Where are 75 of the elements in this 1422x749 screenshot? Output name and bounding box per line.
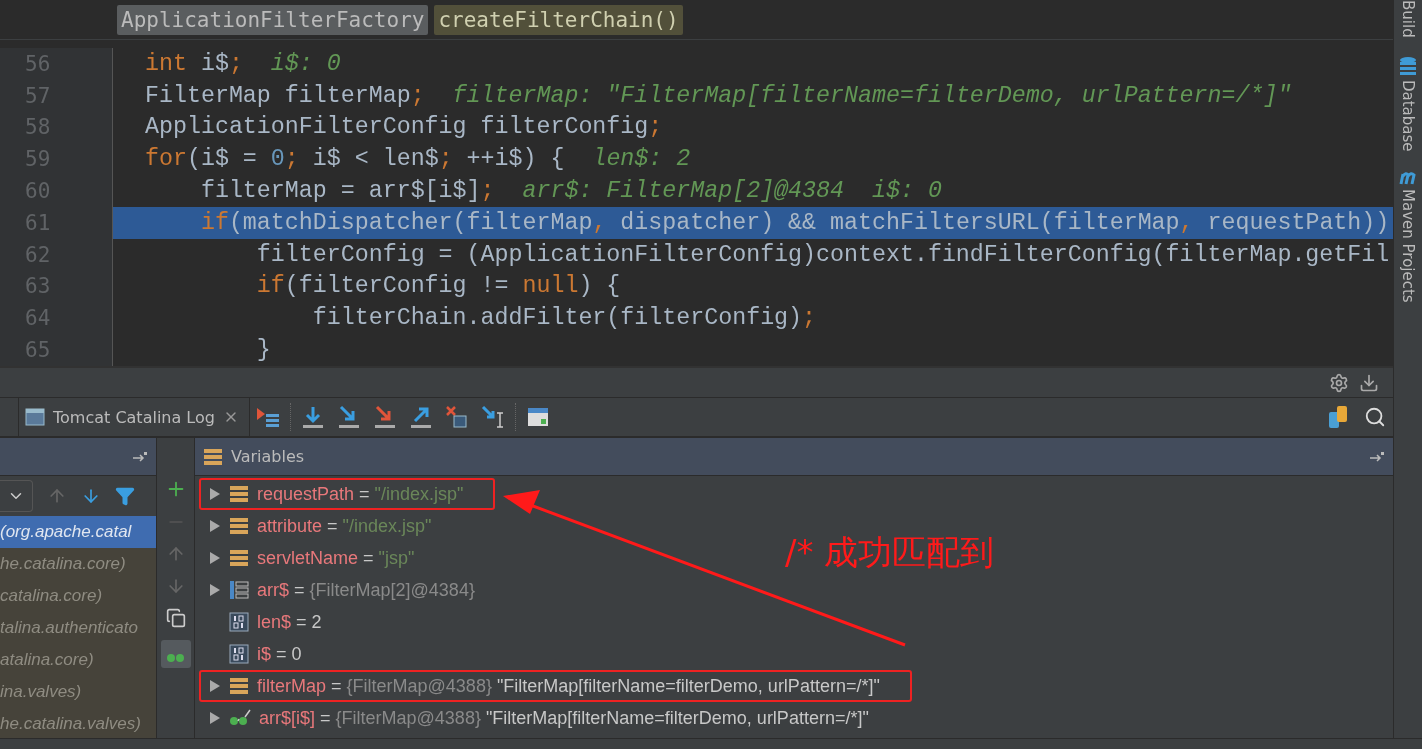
stack-frame[interactable]: atalina.core) [0,644,156,676]
breadcrumb[interactable]: ApplicationFilterFactory [117,4,429,35]
copy-icon[interactable] [165,608,186,628]
field-icon [229,517,249,535]
code-text: filterChain.addFilter(filterConfig); [311,304,818,334]
highlighted-variable[interactable]: filterMap = {FilterMap@4388} "FilterMap[filterName=filterDemo, urlPattern=/*]" [199,670,912,702]
side-tool[interactable]: Database [1399,55,1417,152]
variable-text: len$ = 2 [257,611,322,633]
field-icon [229,549,249,567]
field-icon [229,485,249,503]
database-icon [1399,55,1417,76]
breadcrumb[interactable]: createFilterChain() [434,4,683,35]
expand-icon[interactable] [209,487,221,501]
search-icon[interactable] [1364,406,1386,428]
pin-icon[interactable] [132,450,148,463]
glasses-icon [229,709,251,727]
code-text: int i$; i$: 0 [144,49,342,79]
variable-row[interactable]: servletName = "jsp" [199,542,425,574]
variable-text: arr$ = {FilterMap[2]@4384} [257,579,475,601]
code-text: if(filterConfig != null) { [255,272,622,302]
side-tool[interactable]: Build [1399,0,1417,38]
tab-label: Tomcat Catalina Log [53,407,215,427]
stack-frame[interactable]: catalina.core) [0,580,156,612]
run-to-cursor-icon[interactable] [480,405,505,429]
variable-row[interactable]: len$ = 2 [199,606,332,638]
field-icon [229,677,249,695]
code-text: FilterMap filterMap; filterMap: "FilterMap[filterName=filterDemo, urlPattern=/*]" [144,81,1293,111]
download-icon[interactable] [1359,372,1379,393]
filter-icon[interactable] [115,486,135,506]
variable-row[interactable]: arr$ = {FilterMap[2]@4384} [199,574,485,606]
stack-frame[interactable]: talina.authenticato [0,612,156,644]
code-text: filterConfig = (ApplicationFilterConfig)context.findFilterConfig(filterMap.getFil [255,240,1391,270]
glasses-icon[interactable] [160,640,191,668]
variable-text: i$ = 0 [257,643,302,665]
panel-title: Variables [231,447,305,466]
variable-text: requestPath = "/index.jsp" [257,483,464,505]
calculator-icon[interactable] [526,407,549,427]
step-over-icon[interactable] [300,405,325,429]
variable-text: arr$[i$] = {FilterMap@4388} "FilterMap[filterName=filterDemo, urlPattern=/*]" [259,707,869,729]
expand-icon[interactable] [209,679,221,693]
stack-frame[interactable]: (org.apache.catal [0,516,156,548]
primitive-icon [229,644,249,664]
annotation-text: /* 成功匹配到 [785,531,995,574]
show-execution-point-icon[interactable] [255,406,280,428]
stack-frame[interactable]: ina.valves) [0,676,156,708]
variable-row[interactable]: attribute = "/index.jsp" [199,510,442,542]
code-text: for(i$ = 0; i$ < len$; ++i$) { len$: 2 [144,145,692,175]
drop-frame-icon[interactable] [444,405,469,429]
variable-row[interactable]: arr$[i$] = {FilterMap@4388} "FilterMap[filterName=filterDemo, urlPattern=/*]" [199,702,879,734]
step-out-icon[interactable] [408,405,433,429]
step-into-icon[interactable] [336,405,361,429]
expand-icon[interactable] [209,583,221,597]
stack-frame[interactable]: he.catalina.valves) [0,708,156,738]
expand-icon[interactable] [209,711,221,725]
code-text: ApplicationFilterConfig filterConfig; [144,113,664,143]
variable-text: attribute = "/index.jsp" [257,515,432,537]
stack-frame[interactable]: he.catalina.core) [0,548,156,580]
expand-icon[interactable] [209,551,221,565]
highlighted-variable[interactable]: requestPath = "/index.jsp" [199,478,496,510]
array-icon [229,580,249,600]
variable-row[interactable]: i$ = 0 [199,638,312,670]
variable-text: servletName = "jsp" [257,547,415,569]
primitive-icon [229,612,249,632]
settings-icon[interactable] [1329,372,1349,393]
force-step-into-icon[interactable] [372,405,397,429]
log-tab[interactable]: Tomcat Catalina Log [18,398,250,436]
maven-icon [1399,169,1417,186]
side-tool[interactable]: Maven Projects [1399,169,1417,303]
variable-text: filterMap = {FilterMap@4388} "FilterMap[filterName=filterDemo, urlPattern=/*]" [257,675,880,697]
window-icon [25,407,45,427]
code-text: } [255,336,272,366]
expand-icon[interactable] [209,519,221,533]
code-text: filterMap = arr$[i$]; arr$: FilterMap[2]@4384 i$: 0 [199,177,943,207]
field-icon [203,447,223,466]
pin-icon[interactable] [1369,450,1385,463]
